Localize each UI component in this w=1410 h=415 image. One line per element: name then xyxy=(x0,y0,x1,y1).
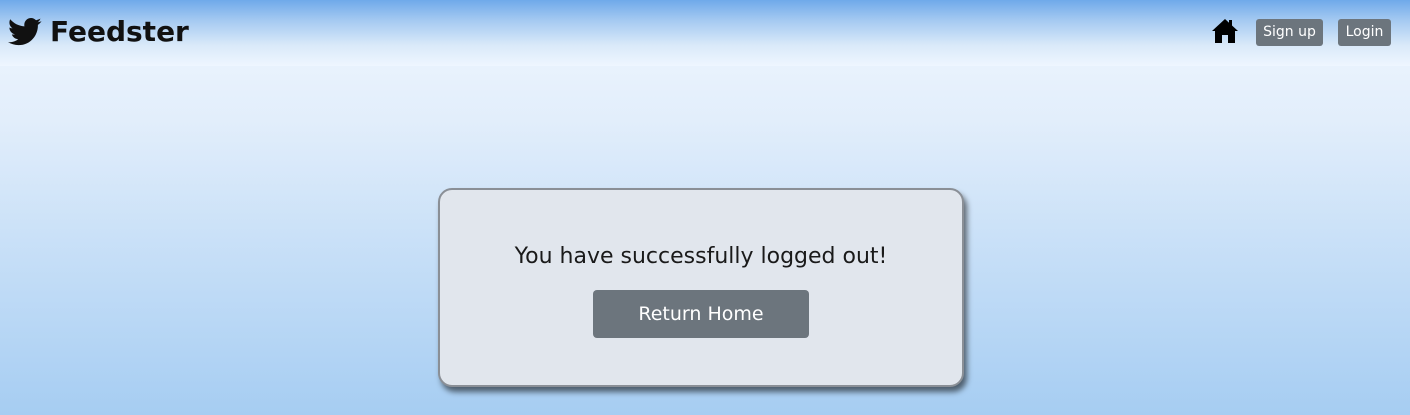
signup-button[interactable]: Sign up xyxy=(1256,19,1323,46)
brand-name: Feedster xyxy=(50,15,189,48)
home-link[interactable] xyxy=(1211,18,1239,44)
logout-message: You have successfully logged out! xyxy=(514,244,888,269)
home-icon xyxy=(1212,19,1238,43)
return-home-button[interactable]: Return Home xyxy=(593,290,809,338)
brand-link[interactable]: Feedster xyxy=(8,14,189,50)
navbar: Feedster Sign up Login xyxy=(0,0,1410,66)
logout-card: You have successfully logged out! Return… xyxy=(438,188,964,387)
login-button[interactable]: Login xyxy=(1338,19,1391,46)
twitter-bird-icon xyxy=(8,17,42,46)
